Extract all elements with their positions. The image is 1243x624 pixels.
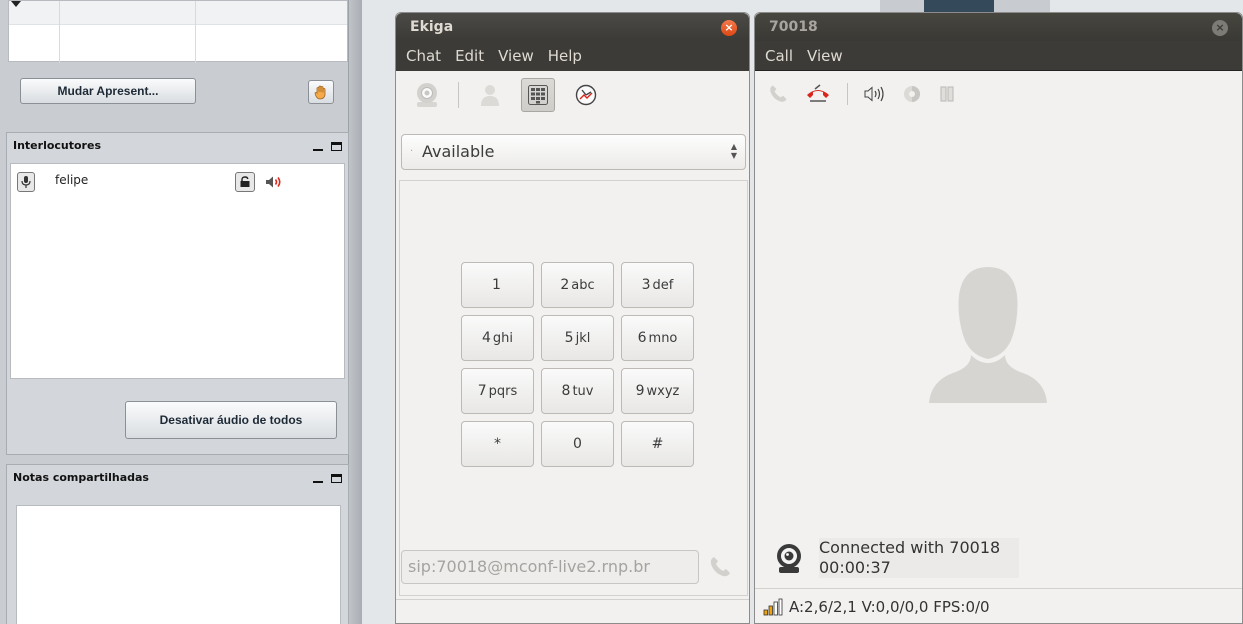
conference-panel: Mudar Apresent... Interlocutores felipe xyxy=(0,0,362,624)
menu-view[interactable]: View xyxy=(498,47,534,65)
maximize-icon[interactable] xyxy=(331,473,342,483)
lock-icon[interactable] xyxy=(235,172,255,192)
phone-call-icon[interactable] xyxy=(707,554,733,580)
call-status-text: Connected with 70018 00:00:37 xyxy=(819,538,1019,578)
minimize-icon[interactable] xyxy=(313,481,323,483)
key-4[interactable]: 4 ghi xyxy=(461,315,534,361)
webcam-icon xyxy=(417,83,437,107)
ekiga-statusbar xyxy=(396,599,749,624)
connection-status: Connected with 70018 xyxy=(819,538,1001,557)
key-9[interactable]: 9 wxyz xyxy=(621,368,694,414)
menu-view[interactable]: View xyxy=(807,47,843,65)
change-presenter-button[interactable]: Mudar Apresent... xyxy=(20,78,196,104)
key-1[interactable]: 1 xyxy=(461,262,534,308)
dialpad-area: 1 2 abc 3 def 4 ghi 5 jkl 6 mno 7 pqrs 8 tuv 9w… xyxy=(399,180,748,596)
desktop-top-decoration xyxy=(880,0,1050,12)
shared-notes-header: Notas compartilhadas xyxy=(7,465,348,491)
dialpad-icon xyxy=(528,85,548,105)
call-menubar: Call View xyxy=(755,41,1242,71)
expand-arrow-icon xyxy=(11,1,21,7)
sip-uri-input[interactable]: sip:70018@mconf-live2.rnp.br xyxy=(401,550,699,584)
participants-section: Interlocutores felipe Desativar áudio de… xyxy=(6,132,349,455)
video-grid-area xyxy=(8,0,348,63)
key-6[interactable]: 6 mno xyxy=(621,315,694,361)
ekiga-menubar: Chat Edit View Help xyxy=(396,41,749,71)
menu-edit[interactable]: Edit xyxy=(455,47,484,65)
participants-list: felipe xyxy=(10,163,345,379)
key-8[interactable]: 8 tuv xyxy=(541,368,614,414)
presence-status-select[interactable]: · Available ▲ ▼ xyxy=(401,134,746,170)
media-stats: A:2,6/2,1 V:0,0/0,0 FPS:0/0 xyxy=(789,598,990,616)
history-clock-icon xyxy=(575,84,597,106)
close-icon[interactable]: × xyxy=(721,20,737,36)
status-bullet-icon: · xyxy=(410,146,414,157)
key-3[interactable]: 3 def xyxy=(621,262,694,308)
window-title: 70018 xyxy=(769,19,818,35)
window-title: Ekiga xyxy=(410,19,454,35)
call-window: 70018 × Call View Connected with 70018 0… xyxy=(754,12,1243,624)
toolbar-separator xyxy=(847,83,848,105)
key-star[interactable]: * xyxy=(461,421,534,467)
webcam-icon xyxy=(777,544,801,573)
key-0[interactable]: 0 xyxy=(541,421,614,467)
contacts-button[interactable] xyxy=(473,78,507,112)
ekiga-titlebar[interactable]: Ekiga × xyxy=(396,13,749,41)
toolbar-separator xyxy=(458,82,459,108)
audio-volume-icon[interactable] xyxy=(864,85,886,103)
microphone-icon[interactable] xyxy=(17,172,35,192)
raise-hand-button[interactable] xyxy=(308,80,334,104)
minimize-icon[interactable] xyxy=(313,149,323,151)
hand-icon xyxy=(314,85,326,100)
participants-title: Interlocutores xyxy=(13,139,101,152)
call-timer: 00:00:37 xyxy=(819,558,891,577)
signal-strength-icon xyxy=(763,598,783,616)
speaker-icon[interactable] xyxy=(265,175,283,189)
menu-chat[interactable]: Chat xyxy=(406,47,441,65)
key-7[interactable]: 7 pqrs xyxy=(461,368,534,414)
call-toolbar xyxy=(755,71,1242,117)
updown-arrow-icon: ▲ ▼ xyxy=(730,142,737,160)
dialpad-button[interactable] xyxy=(521,78,555,112)
shared-notes-textarea[interactable] xyxy=(16,505,341,624)
pickup-phone-icon[interactable] xyxy=(767,83,789,105)
call-history-button[interactable] xyxy=(569,78,603,112)
key-5[interactable]: 5 jkl xyxy=(541,315,614,361)
call-status-row: Connected with 70018 00:00:37 xyxy=(775,538,1019,578)
video-settings-icon[interactable] xyxy=(902,84,922,104)
close-icon[interactable]: × xyxy=(1212,20,1228,36)
maximize-icon[interactable] xyxy=(331,141,342,151)
mute-all-button[interactable]: Desativar áudio de todos xyxy=(125,401,337,439)
call-statusbar: A:2,6/2,1 V:0,0/0,0 FPS:0/0 xyxy=(755,588,1242,624)
menu-call[interactable]: Call xyxy=(765,47,793,65)
status-value: Available xyxy=(422,142,495,161)
keypad: 1 2 abc 3 def 4 ghi 5 jkl 6 mno 7 pqrs 8 tuv 9w… xyxy=(461,262,694,467)
participant-name: felipe xyxy=(55,173,89,187)
key-2[interactable]: 2 abc xyxy=(541,262,614,308)
ekiga-window: Ekiga × Chat Edit View Help · Available … xyxy=(395,12,750,624)
key-hash[interactable]: # xyxy=(621,421,694,467)
shared-notes-section: Notas compartilhadas xyxy=(6,464,349,624)
pause-icon[interactable] xyxy=(938,85,956,103)
remote-user-avatar-icon xyxy=(929,267,1047,403)
list-item[interactable]: felipe xyxy=(15,170,335,194)
shared-notes-title: Notas compartilhadas xyxy=(13,471,149,484)
menu-help[interactable]: Help xyxy=(548,47,582,65)
ekiga-toolbar xyxy=(396,71,749,119)
participants-header: Interlocutores xyxy=(7,133,348,159)
hangup-icon[interactable] xyxy=(805,83,831,105)
webcam-button[interactable] xyxy=(410,78,444,112)
contact-icon xyxy=(481,85,499,106)
call-titlebar[interactable]: 70018 × xyxy=(755,13,1242,41)
panel-scroll-edge xyxy=(348,0,362,624)
